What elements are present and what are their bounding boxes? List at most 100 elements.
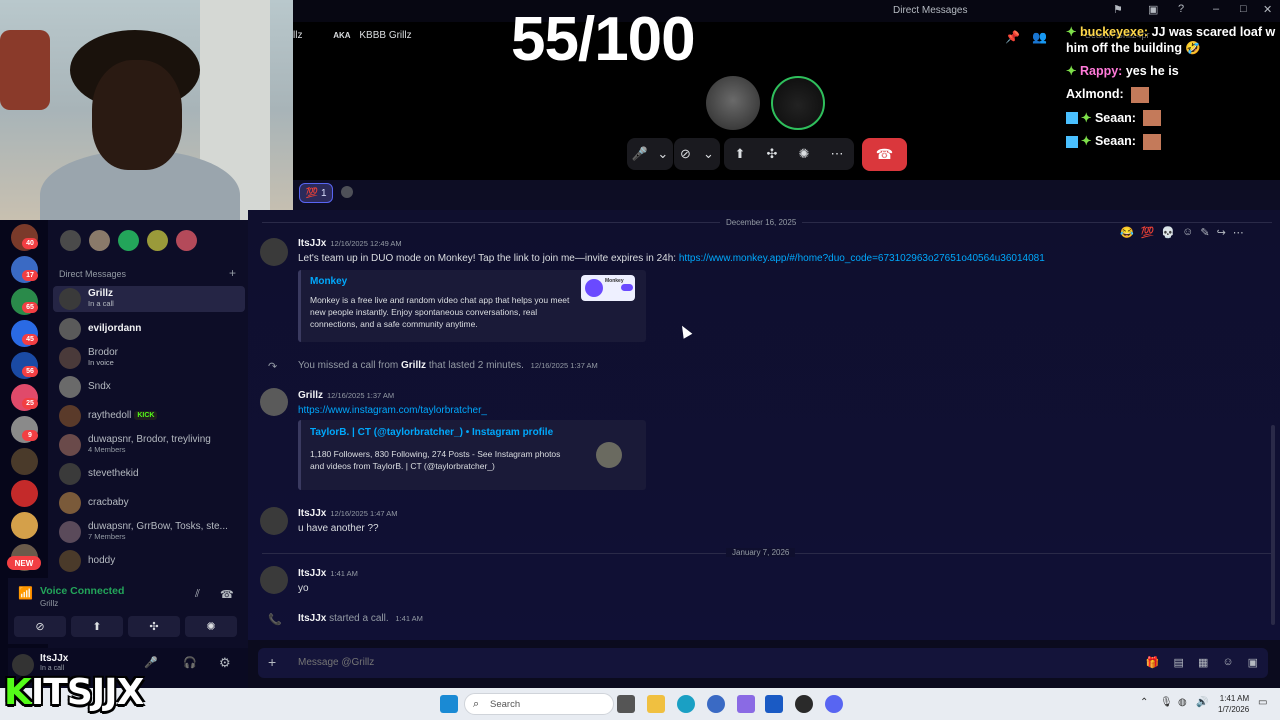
soundboard-button[interactable]: ✺ (185, 616, 237, 637)
avatar[interactable] (147, 230, 168, 251)
close-icon[interactable]: ✕ (1263, 3, 1272, 16)
camera-control[interactable]: ⊘ ⌄ (674, 138, 720, 170)
avatar[interactable] (176, 230, 197, 251)
headphones-icon[interactable]: 🎧 (183, 656, 197, 669)
screenshare-icon[interactable]: ⬆ (735, 146, 746, 162)
avatar[interactable] (260, 566, 288, 594)
message-input[interactable] (298, 657, 1098, 668)
store-icon[interactable] (765, 695, 783, 713)
missed-name[interactable]: Grillz (401, 360, 426, 371)
message-author[interactable]: ItsJJx 12/16/2025 1:47 AM (298, 508, 398, 519)
message-author[interactable]: ItsJJx 12/16/2025 12:49 AM (298, 238, 402, 249)
embed-title[interactable]: TaylorB. | CT (@taylorbratcher_) • Insta… (310, 427, 553, 438)
edit-icon[interactable]: ✎ (1200, 226, 1209, 239)
chevron-down-icon[interactable]: ⌄ (657, 146, 668, 162)
emoji-icon[interactable]: ☺ (1222, 656, 1233, 669)
activity-button[interactable]: ✣ (128, 616, 180, 637)
file-explorer-icon[interactable] (647, 695, 665, 713)
call-avatar-itsjjx[interactable] (771, 76, 825, 130)
call-avatar-grillz[interactable] (706, 76, 760, 130)
dm-item-grillz[interactable]: Grillz In a call (53, 286, 245, 312)
embed-title[interactable]: Monkey (310, 276, 347, 287)
hangup-button[interactable]: ☎ (862, 138, 907, 171)
author-name[interactable]: ItsJJx (298, 508, 326, 519)
embed-thumbnail[interactable] (596, 442, 622, 468)
scrollbar[interactable] (1271, 425, 1275, 625)
forward-icon[interactable]: ↪ (1217, 226, 1226, 239)
volume-icon[interactable]: 🔊 (1196, 697, 1208, 708)
sticker-icon[interactable]: ▦ (1198, 656, 1208, 669)
noise-suppression-icon[interactable]: ⫽ (195, 588, 200, 601)
avatar[interactable] (260, 238, 288, 266)
screen-icon[interactable]: ▣ (1148, 3, 1158, 16)
task-view-icon[interactable] (617, 695, 635, 713)
server-icon[interactable] (11, 448, 38, 475)
soundboard-icon[interactable]: ✺ (798, 146, 809, 162)
camera-off-icon[interactable]: ⊘ (680, 146, 691, 162)
skull-icon[interactable]: 💀 (1161, 226, 1175, 239)
dm-item-sndx[interactable]: Sndx (53, 374, 245, 400)
server-icon[interactable] (11, 480, 38, 507)
notification-icon[interactable]: ▭ (1258, 697, 1267, 708)
message-author[interactable]: ItsJJx 1:41 AM (298, 568, 358, 579)
add-reaction-icon[interactable]: ☺ (1182, 226, 1193, 239)
signal-icon[interactable]: 📶 (18, 586, 33, 600)
gear-icon[interactable]: ⚙ (219, 655, 231, 671)
dm-item-group-2[interactable]: duwapsnr, GrrBow, Tosks, ste... 7 Member… (53, 519, 245, 545)
dm-item-cracbaby[interactable]: cracbaby (53, 490, 245, 516)
avatar[interactable] (260, 507, 288, 535)
help-icon[interactable]: ? (1178, 3, 1184, 15)
screenshare-button[interactable]: ⬆ (71, 616, 123, 637)
more-icon[interactable]: ⋯ (1233, 226, 1244, 239)
dm-item-brodor[interactable]: Brodor In voice (53, 345, 245, 371)
disconnect-icon[interactable]: ☎ (220, 588, 234, 601)
author-name[interactable]: Grillz (298, 390, 323, 401)
avatar[interactable] (89, 230, 110, 251)
chevron-down-icon[interactable]: ⌄ (703, 146, 714, 162)
app-icon[interactable] (737, 695, 755, 713)
message-link[interactable]: https://www.instagram.com/taylorbratcher… (298, 405, 487, 416)
server-icon[interactable] (11, 512, 38, 539)
dm-item-group-1[interactable]: duwapsnr, Brodor, treyliving 4 Members (53, 432, 245, 458)
dm-item-hoddy[interactable]: hoddy (53, 548, 245, 574)
add-reaction-icon[interactable] (341, 186, 353, 198)
clock[interactable]: 1:41 AM 1/7/2026 (1218, 693, 1249, 715)
edge-icon[interactable] (677, 695, 695, 713)
author-name[interactable]: ItsJJx (298, 238, 326, 249)
voice-status[interactable]: Voice Connected (40, 585, 124, 597)
gift-icon[interactable]: 🎁 (1146, 656, 1160, 669)
discord-icon[interactable] (825, 695, 843, 713)
activities-icon[interactable]: ✣ (767, 146, 778, 162)
call-author[interactable]: ItsJJx (298, 613, 326, 624)
message-link[interactable]: https://www.monkey.app/#/home?duo_code=6… (679, 253, 1045, 264)
inbox-icon[interactable]: ⚑ (1113, 3, 1123, 16)
mic-control[interactable]: 🎤 ⌄ (627, 138, 673, 170)
gif-icon[interactable]: ▤ (1174, 656, 1184, 669)
windows-start-icon[interactable] (440, 695, 458, 713)
microphone-icon[interactable]: 🎤 (632, 146, 648, 162)
mic-tray-icon[interactable]: 🎙 (1160, 697, 1173, 708)
video-button[interactable]: ⊘ (14, 616, 66, 637)
minimize-icon[interactable]: – (1213, 3, 1219, 15)
hundred-icon[interactable]: 💯 (1141, 226, 1155, 239)
emoji-icon[interactable]: 😂 (1120, 226, 1134, 239)
upload-plus-icon[interactable]: + (268, 654, 276, 670)
pin-icon[interactable]: 📌 (1005, 30, 1020, 44)
apps-icon[interactable]: ▣ (1248, 656, 1258, 669)
user-name[interactable]: ItsJJx (40, 653, 68, 664)
create-dm-icon[interactable]: + (229, 266, 236, 280)
dm-item-eviljordann[interactable]: eviljordann (53, 316, 245, 342)
dm-item-raythedoll[interactable]: raythedoll KICK (53, 403, 245, 429)
taskbar-search[interactable]: ⌕ Search (464, 693, 614, 715)
avatar[interactable] (60, 230, 81, 251)
message-author[interactable]: Grillz 12/16/2025 1:37 AM (298, 390, 394, 401)
author-name[interactable]: ItsJJx (298, 568, 326, 579)
avatar[interactable] (118, 230, 139, 251)
microphone-icon[interactable]: 🎤 (144, 656, 158, 669)
new-badge[interactable]: NEW (7, 556, 41, 570)
embed-thumbnail[interactable]: Monkey (581, 275, 635, 301)
maximize-icon[interactable]: □ (1240, 3, 1247, 15)
voice-channel[interactable]: Grillz (40, 599, 58, 608)
reaction-pill[interactable]: 💯 1 (299, 183, 333, 203)
avatar[interactable] (260, 388, 288, 416)
